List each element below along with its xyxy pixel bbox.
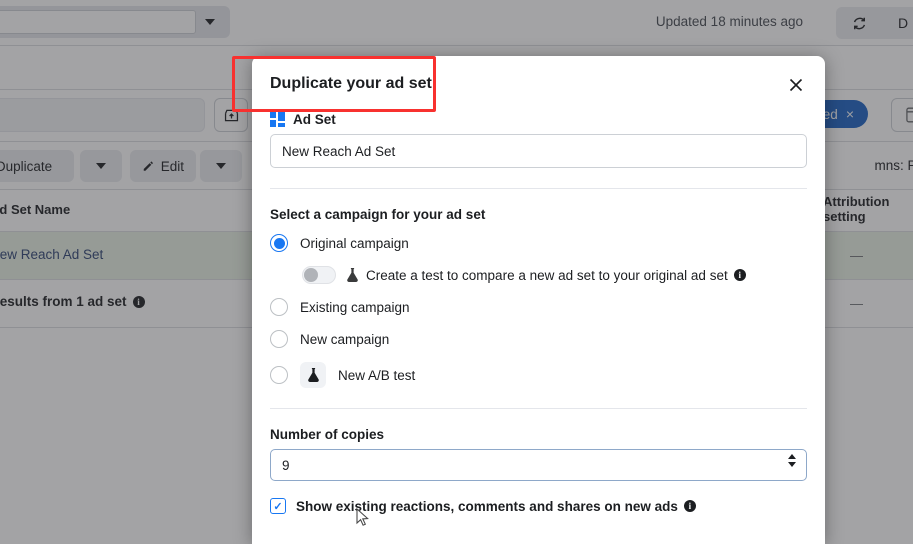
create-test-label: Create a test to compare a new ad set to…: [366, 267, 728, 283]
create-test-label-wrap: Create a test to compare a new ad set to…: [345, 267, 746, 283]
mouse-pointer-icon: [356, 507, 370, 528]
ad-set-name-input[interactable]: New Reach Ad Set: [270, 134, 807, 168]
info-icon[interactable]: i: [733, 269, 746, 281]
number-of-copies-label: Number of copies: [270, 427, 385, 442]
radio-label: New campaign: [300, 331, 390, 347]
radio-option-existing-campaign[interactable]: Existing campaign: [270, 298, 807, 316]
quantity-stepper[interactable]: [788, 454, 796, 467]
number-of-copies-input[interactable]: 9: [270, 449, 807, 481]
info-icon[interactable]: i: [683, 500, 696, 512]
caret-down-icon[interactable]: [788, 462, 796, 467]
divider: [270, 188, 807, 189]
dialog-header: Duplicate your ad set: [252, 56, 825, 112]
divider: [270, 408, 807, 409]
radio-option-new-campaign[interactable]: New campaign: [270, 330, 807, 348]
flask-icon: [347, 267, 358, 282]
radio-label: Original campaign: [300, 235, 409, 251]
ad-set-label: Ad Set: [293, 112, 336, 127]
radio-label: Existing campaign: [300, 299, 410, 315]
duplicate-ad-set-dialog: Duplicate your ad set Ad Set New Reach A…: [252, 56, 825, 544]
radio-button[interactable]: [270, 330, 288, 348]
radio-button[interactable]: [270, 366, 288, 384]
radio-option-new-ab-test[interactable]: New A/B test: [270, 362, 807, 388]
campaign-section-title: Select a campaign for your ad set: [270, 207, 486, 222]
ad-set-grid-icon: [270, 112, 285, 127]
close-icon[interactable]: [783, 72, 809, 98]
flask-icon: [300, 362, 326, 388]
create-test-toggle-row[interactable]: Create a test to compare a new ad set to…: [302, 266, 807, 284]
radio-option-original-campaign[interactable]: Original campaign: [270, 234, 807, 252]
toggle-switch[interactable]: [302, 266, 336, 284]
radio-button[interactable]: [270, 298, 288, 316]
show-reactions-label: Show existing reactions, comments and sh…: [296, 498, 678, 514]
radio-button[interactable]: [270, 234, 288, 252]
screenshot-root: Updated 18 minutes ago D er nter: [0, 0, 913, 544]
number-of-copies-value: 9: [282, 457, 290, 473]
ad-set-field-label-row: Ad Set: [270, 112, 807, 127]
show-reactions-row[interactable]: ✓ Show existing reactions, comments and …: [270, 498, 807, 514]
checkbox[interactable]: ✓: [270, 498, 286, 514]
dialog-body: Ad Set New Reach Ad Set Select a campaig…: [252, 112, 825, 514]
caret-up-icon[interactable]: [788, 454, 796, 459]
radio-label: New A/B test: [338, 367, 416, 383]
page-title: Duplicate your ad set: [270, 75, 432, 92]
